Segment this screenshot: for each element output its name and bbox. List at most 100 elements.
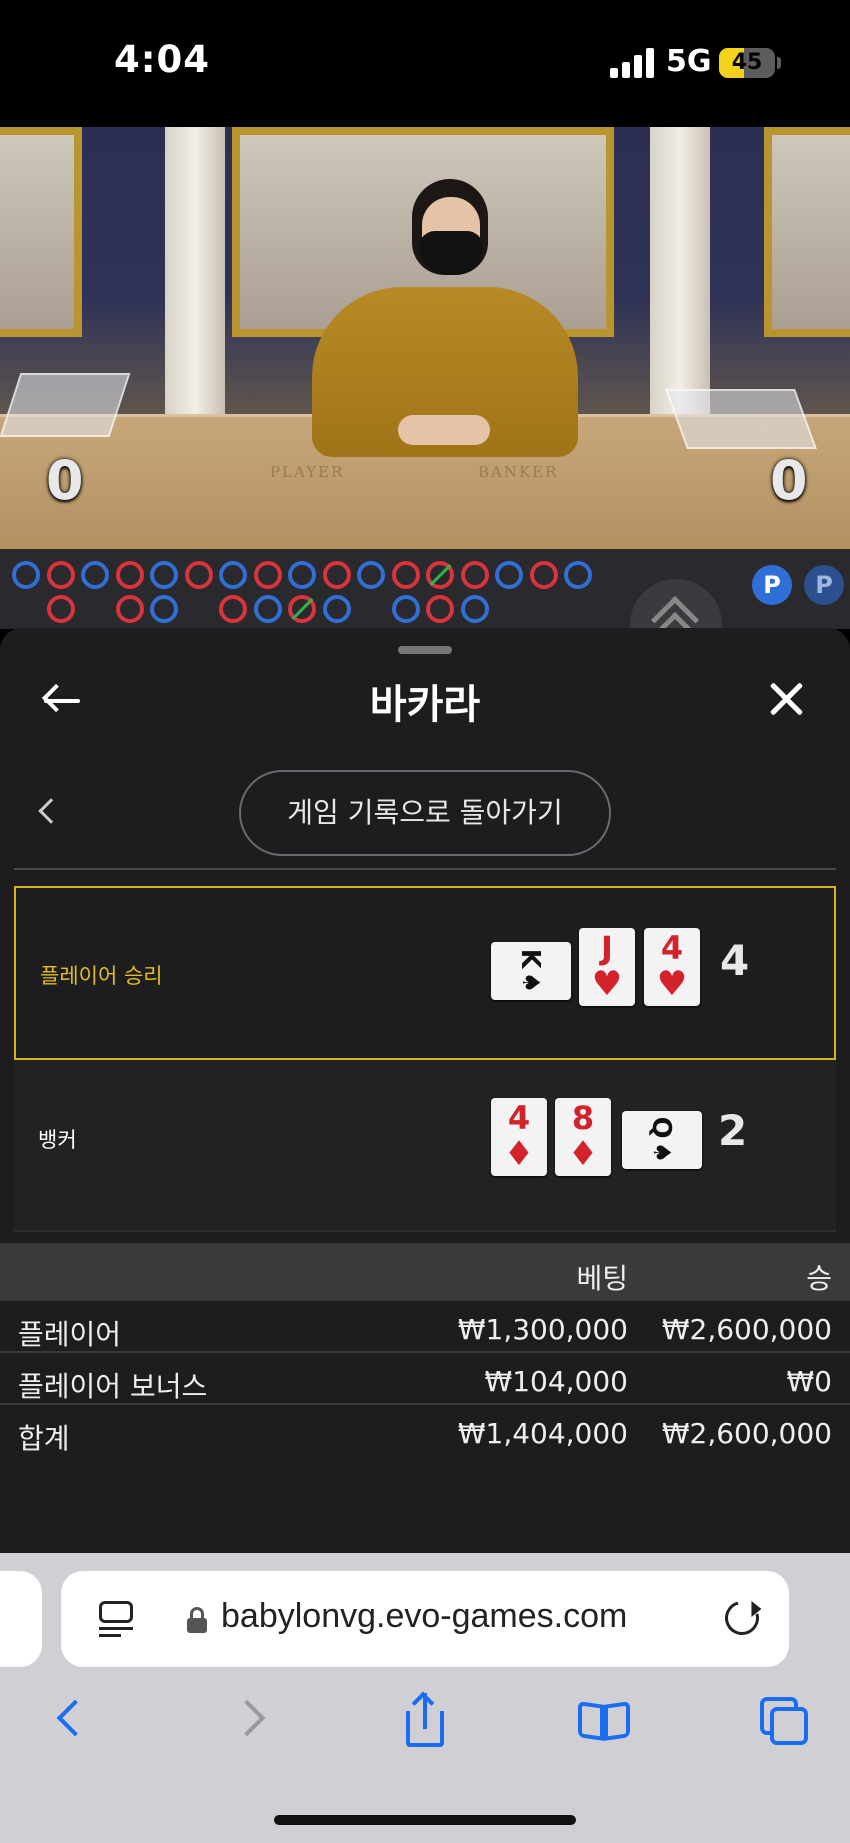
row-win: ₩2,600,000 bbox=[661, 1417, 832, 1450]
pillar-right bbox=[650, 127, 710, 417]
battery-icon: 45 bbox=[719, 48, 775, 78]
row-win: ₩0 bbox=[786, 1365, 833, 1398]
roadmap-player-mark bbox=[460, 595, 489, 623]
roadmap-banker-mark bbox=[115, 595, 144, 623]
roadmap-banker-mark bbox=[322, 561, 351, 589]
roadmap-banker-mark bbox=[219, 595, 247, 623]
roadmap-player-mark bbox=[288, 561, 316, 589]
reader-icon[interactable] bbox=[99, 1601, 133, 1637]
header-win: 승 bbox=[806, 1262, 832, 1295]
banker-result-label: 뱅커 bbox=[38, 1128, 77, 1152]
player-prediction-badge-2[interactable]: P bbox=[804, 565, 844, 605]
roadmap-player-mark bbox=[12, 561, 40, 589]
roadmap-row-1 bbox=[12, 561, 592, 589]
player-result-label: 플레이어 승리 bbox=[40, 964, 163, 988]
share-icon[interactable] bbox=[396, 1691, 456, 1751]
roadmap-empty-cell bbox=[185, 595, 213, 623]
close-icon[interactable] bbox=[762, 676, 810, 724]
row-bet: ₩104,000 bbox=[484, 1365, 628, 1398]
left-card-count: 0 bbox=[46, 449, 84, 512]
playing-card-player-1: K ♠ bbox=[491, 942, 571, 1000]
previous-chevron-icon[interactable] bbox=[38, 798, 64, 824]
forward-icon[interactable] bbox=[224, 1691, 284, 1751]
roadmap-banker-mark bbox=[46, 561, 75, 589]
sheet-grabber[interactable] bbox=[398, 646, 452, 654]
wall-panel-right bbox=[764, 127, 850, 337]
lock-icon bbox=[187, 1607, 207, 1633]
browser-toolbar: babylonvg.evo-games.com bbox=[0, 1553, 850, 1843]
previous-tab-preview[interactable] bbox=[0, 1571, 42, 1667]
roadmap-banker-mark bbox=[426, 595, 454, 623]
roadmap-player-mark bbox=[253, 595, 282, 623]
status-time: 4:04 bbox=[114, 38, 211, 81]
table-label-banker: BANKER bbox=[478, 463, 559, 481]
back-icon[interactable] bbox=[48, 1691, 108, 1751]
tabs-icon[interactable] bbox=[756, 1691, 816, 1751]
divider bbox=[14, 868, 836, 870]
dealer-hands bbox=[398, 415, 490, 445]
roadmap-banker-mark bbox=[46, 595, 75, 623]
row-bet: ₩1,300,000 bbox=[457, 1313, 628, 1346]
player-result-row: 플레이어 승리 K ♠ J ♥ 4 ♥ 4 bbox=[14, 886, 836, 1060]
roadmap-banker-mark bbox=[460, 561, 489, 589]
battery-tip bbox=[777, 57, 781, 69]
scoreboard-roadmap[interactable]: P P bbox=[0, 549, 850, 671]
roadmap-banker-mark bbox=[391, 561, 420, 589]
live-dealer-video[interactable]: PLAYER BANKER 0 0 bbox=[0, 127, 850, 549]
roadmap-banker-mark bbox=[115, 561, 144, 589]
bet-summary-table: 베팅 승 플레이어 ₩1,300,000 ₩2,600,000 플레이어 보너스… bbox=[0, 1243, 850, 1457]
status-bar: 4:04 5G 45 bbox=[0, 0, 850, 127]
playing-card-player-2: J ♥ bbox=[579, 928, 635, 1006]
roadmap-tie-mark bbox=[426, 561, 454, 589]
player-prediction-badge[interactable]: P bbox=[752, 565, 792, 605]
player-score: 4 bbox=[720, 936, 750, 985]
roadmap-player-mark bbox=[150, 561, 178, 589]
sheet-title: 바카라 bbox=[369, 682, 481, 728]
pillar-left bbox=[165, 127, 225, 417]
playing-card-banker-3: Q ♠ bbox=[622, 1111, 702, 1169]
header-bet: 베팅 bbox=[576, 1262, 628, 1295]
home-indicator[interactable] bbox=[274, 1815, 576, 1825]
roadmap-tie-mark bbox=[288, 595, 316, 623]
roadmap-player-mark bbox=[391, 595, 420, 623]
playing-card-banker-2: 8 ♦ bbox=[555, 1098, 611, 1176]
card-discard-tray bbox=[0, 373, 131, 437]
banker-result-row: 뱅커 4 ♦ 8 ♦ Q ♠ 2 bbox=[14, 1060, 836, 1232]
roadmap-empty-cell bbox=[81, 595, 109, 623]
row-win: ₩2,600,000 bbox=[661, 1313, 832, 1346]
bookmarks-icon[interactable] bbox=[576, 1691, 636, 1751]
playing-card-banker-1: 4 ♦ bbox=[491, 1098, 547, 1176]
roadmap-empty-cell bbox=[12, 595, 40, 623]
roadmap-player-mark bbox=[81, 561, 109, 589]
roadmap-player-mark bbox=[495, 561, 523, 589]
roadmap-banker-mark bbox=[184, 561, 213, 589]
roadmap-player-mark bbox=[564, 561, 592, 589]
battery-level: 45 bbox=[731, 50, 763, 75]
cellular-signal-icon bbox=[610, 48, 656, 78]
roadmap-player-mark bbox=[322, 595, 351, 623]
roadmap-banker-mark bbox=[253, 561, 282, 589]
roadmap-player-mark bbox=[357, 561, 385, 589]
row-name: 플레이어 보너스 bbox=[18, 1370, 208, 1403]
address-bar[interactable]: babylonvg.evo-games.com bbox=[61, 1571, 789, 1667]
url-text[interactable]: babylonvg.evo-games.com bbox=[221, 1597, 627, 1636]
row-bet: ₩1,404,000 bbox=[457, 1417, 628, 1450]
roadmap-row-2 bbox=[12, 595, 489, 623]
roadmap-player-mark bbox=[219, 561, 247, 589]
reload-icon[interactable] bbox=[718, 1594, 766, 1642]
table-row: 플레이어 보너스 ₩104,000 ₩0 bbox=[0, 1353, 850, 1405]
playing-card-player-3: 4 ♥ bbox=[644, 928, 700, 1006]
table-row-total: 합계 ₩1,404,000 ₩2,600,000 bbox=[0, 1405, 850, 1457]
wall-panel-left bbox=[0, 127, 82, 337]
right-card-count: 0 bbox=[770, 449, 808, 512]
roadmap-empty-cell bbox=[357, 595, 385, 623]
table-row: 플레이어 ₩1,300,000 ₩2,600,000 bbox=[0, 1301, 850, 1353]
banker-score: 2 bbox=[718, 1106, 748, 1155]
roadmap-player-mark bbox=[150, 595, 178, 623]
row-name: 플레이어 bbox=[18, 1318, 122, 1351]
table-label-player: PLAYER bbox=[270, 463, 345, 481]
card-shoe bbox=[665, 389, 817, 449]
back-to-history-button[interactable]: 게임 기록으로 돌아가기 bbox=[239, 770, 611, 856]
table-header: 베팅 승 bbox=[0, 1243, 850, 1301]
row-name: 합계 bbox=[18, 1422, 70, 1455]
